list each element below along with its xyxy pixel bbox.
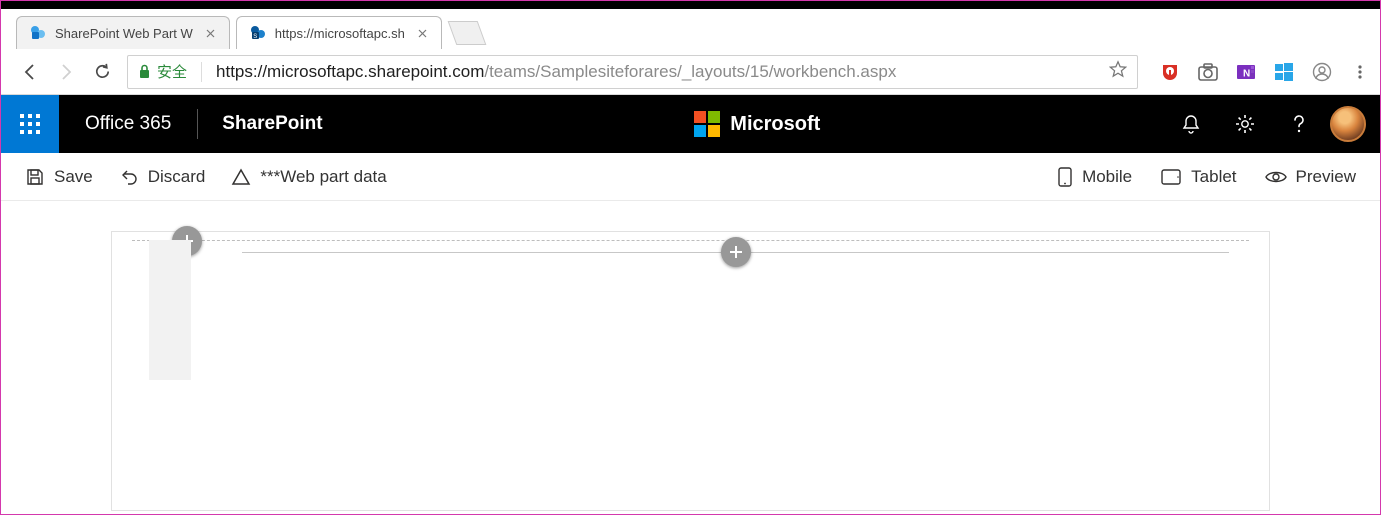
microsoft-logo-icon (694, 111, 720, 137)
svg-text:N: N (1243, 68, 1250, 79)
browser-tab[interactable]: SharePoint Web Part W (16, 16, 230, 49)
webpart-data-label: ***Web part data (260, 167, 386, 187)
svg-text:S: S (253, 34, 257, 40)
onenote-icon[interactable]: N (1236, 62, 1256, 82)
suite-brand[interactable]: Office 365 (59, 113, 197, 135)
url-text: https://microsoftapc.sharepoint.com/team… (216, 62, 896, 82)
settings-button[interactable] (1222, 100, 1268, 148)
browser-toolbar: 安全 https://microsoftapc.sharepoint.com/t… (1, 49, 1380, 95)
browser-tab[interactable]: S https://microsoftapc.sh (236, 16, 442, 49)
secure-indicator[interactable]: 安全 (138, 61, 187, 82)
lock-icon (138, 64, 151, 79)
bell-icon (1180, 113, 1202, 135)
save-button[interactable]: Save (25, 167, 93, 187)
ublock-icon[interactable] (1160, 62, 1180, 82)
bookmark-star-icon[interactable] (1109, 60, 1127, 83)
user-avatar[interactable] (1330, 106, 1366, 142)
tablet-icon (1160, 168, 1182, 186)
window-top-strip (1, 1, 1380, 9)
notifications-button[interactable] (1168, 100, 1214, 148)
discard-button[interactable]: Discard (119, 167, 206, 187)
camera-icon[interactable] (1198, 62, 1218, 82)
workbench-canvas-wrapper (1, 201, 1380, 511)
tenant-logo: Microsoft (347, 111, 1168, 137)
workbench-canvas (111, 231, 1270, 511)
tablet-label: Tablet (1191, 167, 1236, 187)
app-launcher-button[interactable] (1, 95, 59, 153)
tab-title: https://microsoftapc.sh (275, 26, 405, 41)
warning-triangle-icon (231, 167, 251, 187)
tablet-view-button[interactable]: Tablet (1160, 167, 1236, 187)
secure-label: 安全 (157, 61, 187, 82)
preview-label: Preview (1296, 167, 1356, 187)
question-icon (1288, 113, 1310, 135)
section-separator (132, 240, 1249, 241)
waffle-icon (19, 113, 41, 135)
address-bar[interactable]: 安全 https://microsoftapc.sharepoint.com/t… (127, 55, 1138, 89)
add-webpart-button[interactable] (721, 237, 751, 267)
extension-icons: N (1160, 62, 1370, 82)
reload-button[interactable] (91, 61, 113, 83)
webpart-data-button[interactable]: ***Web part data (231, 167, 386, 187)
gear-icon (1234, 113, 1256, 135)
undo-icon (119, 167, 139, 187)
app-name[interactable]: SharePoint (198, 113, 346, 135)
profile-icon[interactable] (1312, 62, 1332, 82)
menu-icon[interactable] (1350, 62, 1370, 82)
mobile-icon (1057, 166, 1073, 188)
separator (201, 62, 202, 82)
save-icon (25, 167, 45, 187)
tab-close-icon[interactable] (203, 25, 219, 41)
help-button[interactable] (1276, 100, 1322, 148)
eye-icon (1265, 169, 1287, 185)
browser-tabstrip: SharePoint Web Part W S https://microsof… (1, 9, 1380, 49)
save-label: Save (54, 167, 93, 187)
preview-button[interactable]: Preview (1265, 167, 1356, 187)
windows-icon[interactable] (1274, 62, 1294, 82)
webpart-zone (242, 252, 1229, 253)
sharepoint-icon (29, 24, 47, 42)
mobile-label: Mobile (1082, 167, 1132, 187)
discard-label: Discard (148, 167, 206, 187)
section-toolbar-placeholder[interactable] (149, 240, 191, 380)
back-button[interactable] (19, 61, 41, 83)
tab-title: SharePoint Web Part W (55, 26, 193, 41)
workbench-command-bar: Save Discard ***Web part data Mobile Tab… (1, 153, 1380, 201)
mobile-view-button[interactable]: Mobile (1057, 166, 1132, 188)
new-tab-button[interactable] (447, 21, 486, 45)
plus-icon (727, 243, 745, 261)
o365-suite-header: Office 365 SharePoint Microsoft (1, 95, 1380, 153)
sharepoint-icon: S (249, 24, 267, 42)
tab-close-icon[interactable] (415, 25, 431, 41)
forward-button (55, 61, 77, 83)
